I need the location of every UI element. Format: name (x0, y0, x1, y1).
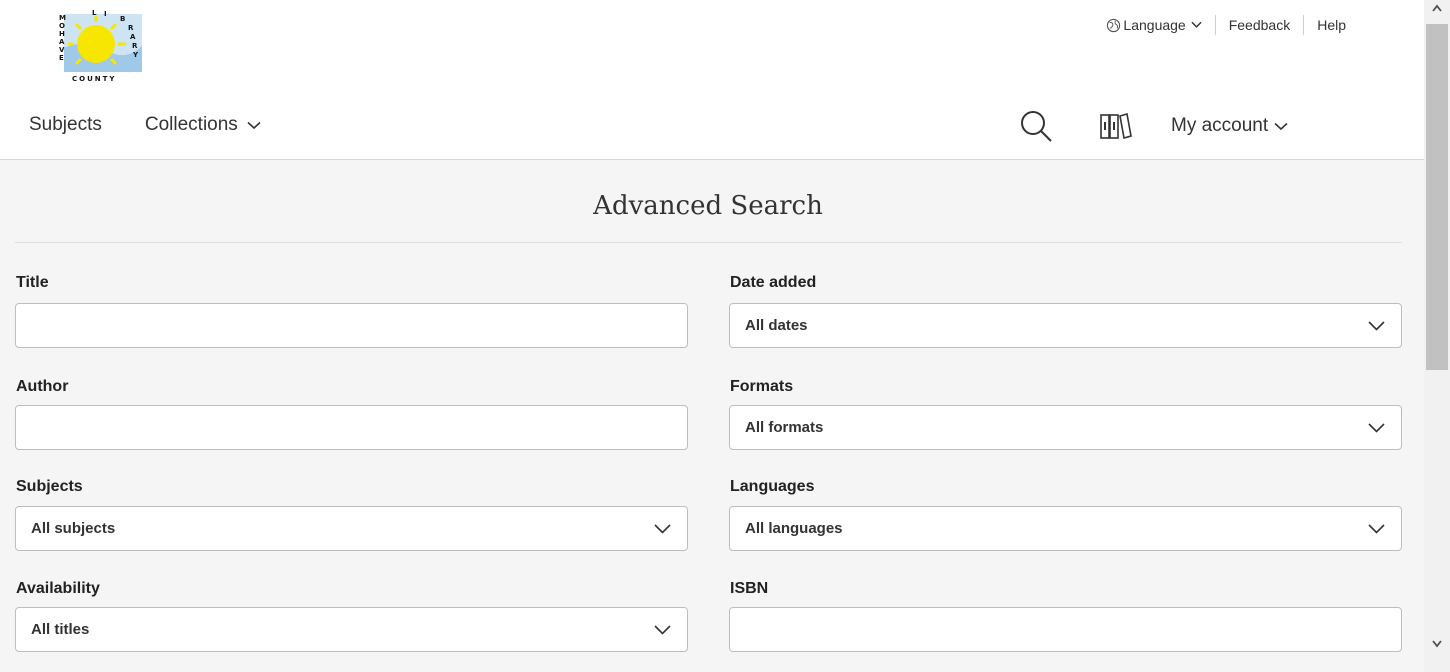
logo-letter: A (59, 38, 65, 46)
title-divider (15, 242, 1402, 243)
isbn-label: ISBN (730, 580, 769, 597)
help-link[interactable]: Help (1304, 17, 1346, 33)
feedback-label: Feedback (1228, 17, 1291, 33)
scroll-up-arrow-icon[interactable] (1432, 4, 1442, 12)
formats-select[interactable]: All formats (729, 405, 1402, 450)
search-icon[interactable] (1018, 108, 1054, 144)
logo-letter: I (104, 10, 107, 18)
logo-letter: A (130, 33, 136, 41)
subjects-label: Subjects (16, 478, 83, 495)
formats-selected-value: All formats (745, 419, 824, 436)
logo-letter: H (59, 30, 65, 38)
logo-letter: O (59, 22, 65, 30)
logo-letter: M (59, 14, 66, 22)
languages-selected-value: All languages (745, 520, 843, 537)
globe-icon (1107, 18, 1121, 32)
scrollbar-thumb[interactable] (1426, 24, 1448, 370)
logo-letter: R (132, 42, 138, 50)
title-input[interactable] (15, 303, 688, 348)
availability-select[interactable]: All titles (15, 607, 688, 652)
language-label: Language (1123, 17, 1186, 33)
nav-subjects[interactable]: Subjects (29, 114, 102, 136)
formats-label: Formats (730, 378, 794, 395)
chevron-down-icon (1274, 122, 1288, 130)
languages-select[interactable]: All languages (729, 506, 1402, 551)
feedback-link[interactable]: Feedback (1216, 17, 1303, 33)
nav-collections-label: Collections (144, 114, 238, 135)
logo-letter: Y (132, 51, 139, 59)
help-label: Help (1317, 17, 1346, 33)
isbn-input[interactable] (729, 607, 1402, 652)
subjects-select[interactable]: All subjects (15, 506, 688, 551)
site-header: M O H A V E L I B R A R Y COUNTY Languag… (0, 0, 1424, 160)
my-account-label: My account (1171, 115, 1269, 136)
date-added-selected-value: All dates (745, 317, 808, 334)
chevron-down-icon (654, 524, 671, 534)
header-actions: My account (1018, 108, 1288, 144)
subjects-selected-value: All subjects (31, 520, 116, 537)
nav-collections[interactable]: Collections (145, 114, 261, 136)
bookshelf-icon[interactable] (1099, 110, 1133, 142)
main-nav: Subjects Collections (29, 114, 304, 136)
nav-subjects-label: Subjects (29, 114, 102, 135)
page-scrollbar[interactable] (1424, 0, 1450, 672)
availability-selected-value: All titles (31, 621, 90, 638)
logo-letter: L (92, 9, 97, 17)
title-label: Title (16, 274, 49, 291)
date-added-label: Date added (730, 274, 817, 291)
utility-links: Language Feedback Help (1093, 15, 1346, 35)
logo-letter: V (59, 46, 65, 54)
my-account-menu[interactable]: My account (1171, 115, 1288, 137)
logo-letter: R (128, 24, 134, 32)
logo-county: COUNTY (72, 75, 116, 83)
chevron-down-icon (1368, 321, 1385, 331)
chevron-down-icon (654, 625, 671, 635)
scroll-down-arrow-icon[interactable] (1432, 640, 1442, 648)
chevron-down-icon (1368, 524, 1385, 534)
chevron-down-icon (247, 121, 261, 129)
chevron-down-icon (1191, 21, 1202, 28)
library-logo[interactable]: M O H A V E L I B R A R Y COUNTY (56, 8, 148, 86)
logo-letter: B (120, 15, 125, 23)
chevron-down-icon (1368, 423, 1385, 433)
date-added-select[interactable]: All dates (729, 303, 1402, 348)
logo-letter: E (59, 54, 64, 62)
availability-label: Availability (16, 580, 100, 597)
author-input[interactable] (15, 405, 688, 450)
advanced-search-panel: Advanced Search Title Author Subjects Al… (0, 160, 1424, 672)
language-menu[interactable]: Language (1093, 17, 1214, 33)
languages-label: Languages (730, 478, 815, 495)
page-title: Advanced Search (593, 191, 823, 221)
author-label: Author (16, 378, 69, 395)
